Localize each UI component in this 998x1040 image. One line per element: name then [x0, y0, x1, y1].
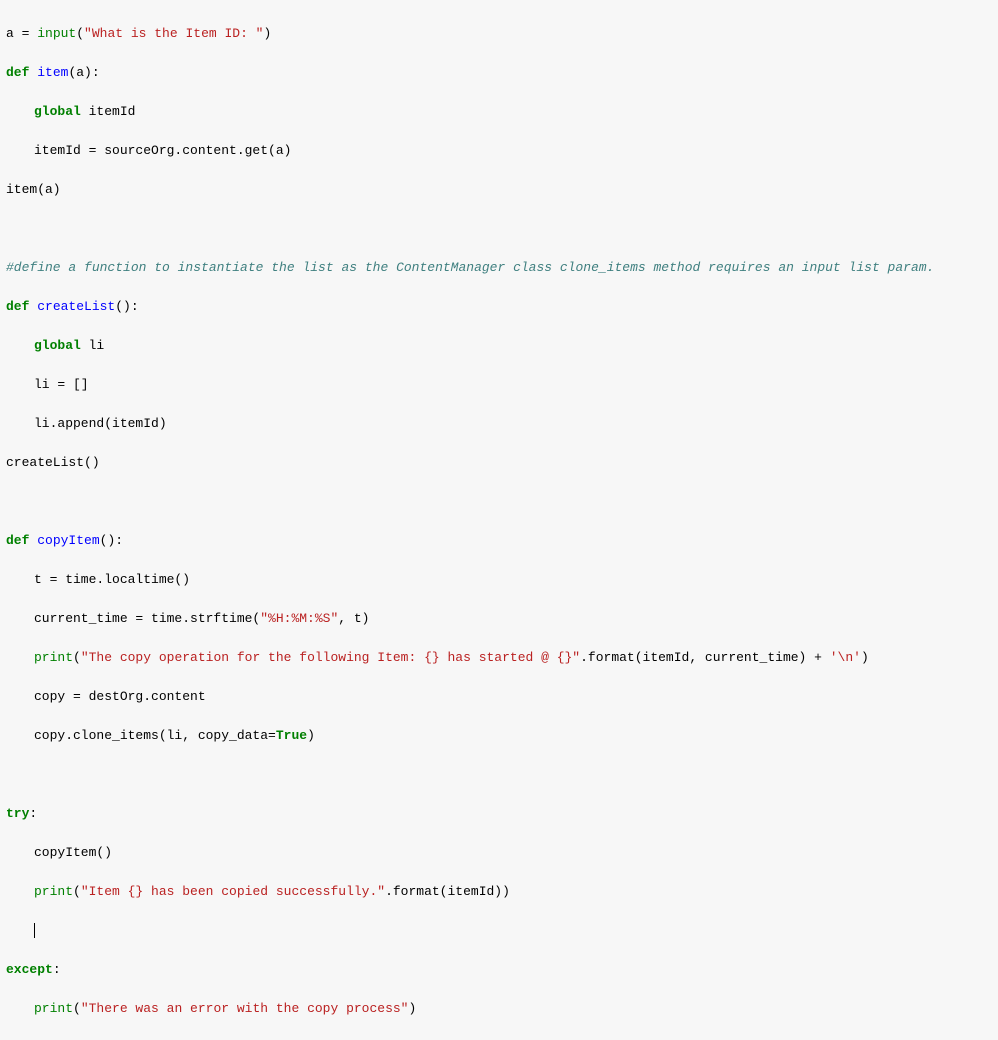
text: item(a) [6, 182, 61, 197]
paren: ( [73, 650, 81, 665]
paren: ) [263, 26, 271, 41]
code-line: def item(a): [6, 63, 992, 83]
code-line: a = input("What is the Item ID: ") [6, 24, 992, 44]
text: t = time.localtime() [34, 572, 190, 587]
string-literal: "There was an error with the copy proces… [81, 1001, 409, 1016]
string-literal: "What is the Item ID: " [84, 26, 263, 41]
paren: ) [307, 728, 315, 743]
blank-line [6, 765, 992, 785]
text: itemId [81, 104, 136, 119]
keyword-except: except [6, 962, 53, 977]
blank-line [6, 492, 992, 512]
var-a: a [6, 26, 14, 41]
string-literal: "The copy operation for the following It… [81, 650, 580, 665]
text: itemId = sourceOrg.content.get(a) [34, 143, 291, 158]
code-line: li.append(itemId) [6, 414, 992, 434]
paren: ( [73, 884, 81, 899]
code-line: print("The copy operation for the follow… [6, 648, 992, 668]
func-name: item [37, 65, 68, 80]
text: .format(itemId, current_time) + [580, 650, 830, 665]
keyword-def: def [6, 533, 29, 548]
text: li.append(itemId) [34, 416, 167, 431]
code-line: itemId = sourceOrg.content.get(a) [6, 141, 992, 161]
code-line: global itemId [6, 102, 992, 122]
code-line: item(a) [6, 180, 992, 200]
code-line: #define a function to instantiate the li… [6, 258, 992, 278]
text-cursor-icon [34, 923, 35, 938]
keyword-def: def [6, 65, 29, 80]
signature: (): [100, 533, 123, 548]
cursor-line [6, 921, 992, 941]
builtin-input: input [37, 26, 76, 41]
text: copyItem() [34, 845, 112, 860]
code-line: t = time.localtime() [6, 570, 992, 590]
paren: ) [861, 650, 869, 665]
builtin-print: print [34, 1001, 73, 1016]
code-line: print("Item {} has been copied successfu… [6, 882, 992, 902]
keyword-try: try [6, 806, 29, 821]
text: .format(itemId)) [385, 884, 510, 899]
code-cell: a = input("What is the Item ID: ") def i… [0, 0, 998, 1040]
text: li [81, 338, 104, 353]
builtin-print: print [34, 650, 73, 665]
text: li = [] [34, 377, 89, 392]
code-line: global li [6, 336, 992, 356]
colon: : [53, 962, 61, 977]
string-literal: '\n' [830, 650, 861, 665]
text: current_time = time.strftime( [34, 611, 260, 626]
keyword-global: global [34, 338, 81, 353]
paren: ( [76, 26, 84, 41]
code-line: li = [] [6, 375, 992, 395]
code-line: except: [6, 960, 992, 980]
code-line: current_time = time.strftime("%H:%M:%S",… [6, 609, 992, 629]
code-line: print("There was an error with the copy … [6, 999, 992, 1019]
func-name: createList [37, 299, 115, 314]
keyword-def: def [6, 299, 29, 314]
keyword-global: global [34, 104, 81, 119]
text: , t) [338, 611, 369, 626]
paren: ( [73, 1001, 81, 1016]
string-literal: "Item {} has been copied successfully." [81, 884, 385, 899]
assign-op: = [14, 26, 37, 41]
colon: : [29, 806, 37, 821]
bool-true: True [276, 728, 307, 743]
builtin-print: print [34, 884, 73, 899]
func-name: copyItem [37, 533, 99, 548]
code-line: def createList(): [6, 297, 992, 317]
text: copy.clone_items(li, copy_data= [34, 728, 276, 743]
string-literal: "%H:%M:%S" [260, 611, 338, 626]
comment: #define a function to instantiate the li… [6, 260, 934, 275]
text: copy = destOrg.content [34, 689, 206, 704]
blank-line [6, 219, 992, 239]
code-line: copy = destOrg.content [6, 687, 992, 707]
code-line: try: [6, 804, 992, 824]
code-line: copyItem() [6, 843, 992, 863]
signature: (): [115, 299, 138, 314]
paren: ) [408, 1001, 416, 1016]
code-line: createList() [6, 453, 992, 473]
code-line: def copyItem(): [6, 531, 992, 551]
signature: (a): [68, 65, 99, 80]
code-line: copy.clone_items(li, copy_data=True) [6, 726, 992, 746]
text: createList() [6, 455, 100, 470]
